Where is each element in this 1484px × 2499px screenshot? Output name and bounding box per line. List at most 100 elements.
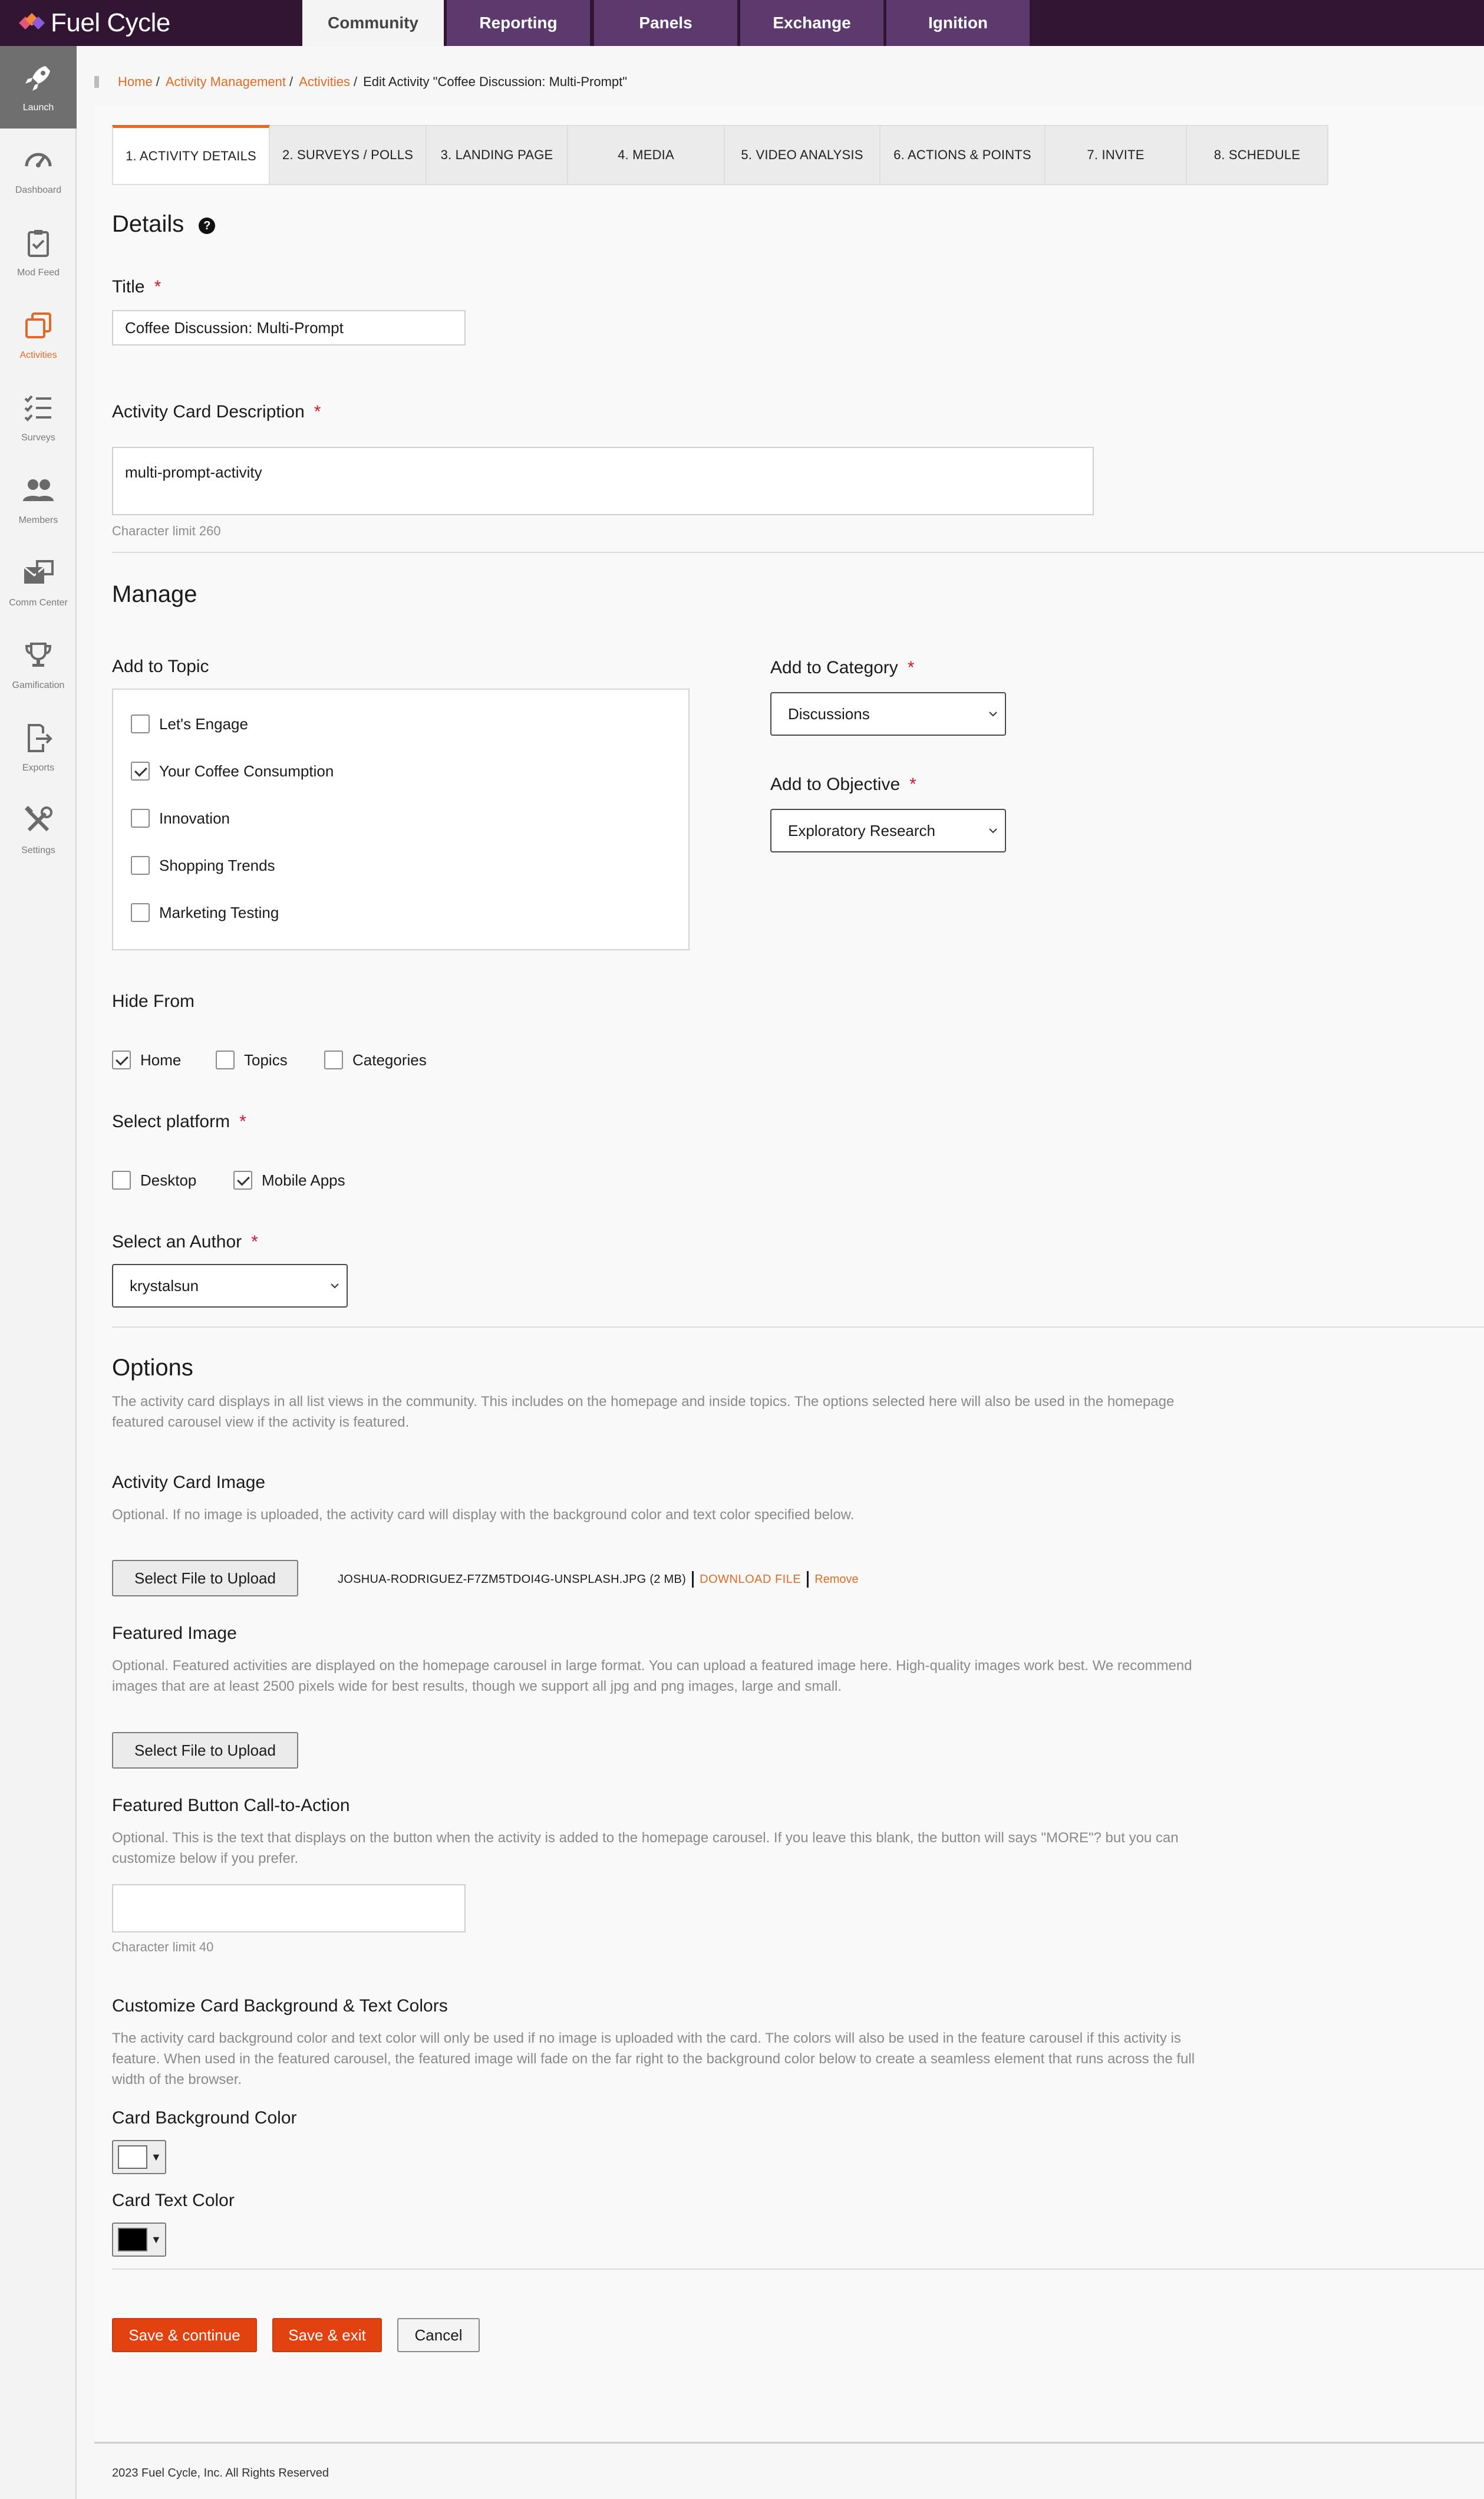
topic-marketing-testing[interactable]: Marketing Testing: [131, 903, 279, 922]
sidebar-item-members[interactable]: Members: [0, 459, 77, 541]
tab-activity-details[interactable]: 1. ACTIVITY DETAILS: [112, 125, 270, 185]
cancel-button[interactable]: Cancel: [397, 2318, 480, 2352]
platform-desktop[interactable]: Desktop: [112, 1171, 196, 1190]
section-divider: [112, 552, 1484, 553]
section-divider: [112, 2268, 1484, 2270]
fuel-cycle-logo-icon: [19, 13, 45, 29]
dropdown-arrow-icon: ▼: [151, 2151, 161, 2163]
rocket-icon: [25, 66, 50, 91]
topic-innovation[interactable]: Innovation: [131, 809, 230, 828]
objective-select[interactable]: Exploratory Research: [770, 809, 1006, 852]
breadcrumb-activities[interactable]: Activities: [299, 74, 350, 90]
topic-shopping-trends[interactable]: Shopping Trends: [131, 856, 275, 875]
pipe-divider: [807, 1571, 809, 1588]
help-icon[interactable]: ?: [199, 218, 216, 234]
breadcrumb-current: Edit Activity "Coffee Discussion: Multi-…: [363, 74, 628, 89]
sidebar-item-activities[interactable]: Activities: [0, 294, 77, 376]
checkbox[interactable]: [131, 809, 150, 828]
description-textarea[interactable]: multi-prompt-activity: [112, 447, 1094, 515]
nav-tab-exchange[interactable]: Exchange: [740, 0, 883, 46]
checkbox[interactable]: [131, 715, 150, 733]
sidebar-label: Surveys: [21, 433, 55, 443]
nav-tab-community[interactable]: Community: [302, 0, 444, 46]
tab-landing-page[interactable]: 3. LANDING PAGE: [427, 125, 568, 185]
platform-mobile-apps[interactable]: Mobile Apps: [233, 1171, 345, 1190]
objective-label-text: Add to Objective: [770, 775, 901, 794]
sidebar-toggle-handle[interactable]: [94, 76, 99, 88]
category-label-text: Add to Category: [770, 658, 898, 677]
tab-invite[interactable]: 7. INVITE: [1046, 125, 1187, 185]
save-exit-button[interactable]: Save & exit: [272, 2318, 382, 2352]
tab-schedule[interactable]: 8. SCHEDULE: [1187, 125, 1328, 185]
nav-tab-reporting[interactable]: Reporting: [447, 0, 590, 46]
checkbox[interactable]: [216, 1051, 235, 1069]
bg-color-picker[interactable]: ▼: [112, 2140, 166, 2174]
checkbox[interactable]: [324, 1051, 343, 1069]
details-heading: Details ?: [112, 211, 216, 238]
text-color-swatch: [118, 2228, 147, 2251]
sidebar-item-launch[interactable]: Launch: [0, 46, 77, 129]
nav-tab-ignition[interactable]: Ignition: [886, 0, 1030, 46]
download-file-link[interactable]: DOWNLOAD FILE: [700, 1573, 801, 1586]
description-char-limit: Character limit 260: [112, 523, 221, 538]
hide-from-home[interactable]: Home: [112, 1051, 181, 1069]
author-selected-value: krystalsun: [130, 1276, 199, 1295]
title-input[interactable]: Coffee Discussion: Multi-Prompt: [112, 310, 466, 345]
cta-input[interactable]: [112, 1884, 466, 1932]
checkbox[interactable]: [131, 856, 150, 875]
featured-image-upload-button[interactable]: Select File to Upload: [112, 1732, 298, 1769]
category-select[interactable]: Discussions: [770, 692, 1006, 736]
hide-from-categories[interactable]: Categories: [324, 1051, 427, 1069]
bg-color-swatch: [118, 2145, 147, 2169]
colors-label: Customize Card Background & Text Colors: [112, 1996, 448, 2016]
author-label-text: Select an Author: [112, 1232, 242, 1252]
tab-surveys-polls[interactable]: 2. SURVEYS / POLLS: [270, 125, 427, 185]
card-image-upload-button[interactable]: Select File to Upload: [112, 1560, 298, 1596]
breadcrumb-separator: /: [353, 74, 358, 89]
topic-label-text: Marketing Testing: [159, 903, 279, 921]
sidebar-item-mod-feed[interactable]: Mod Feed: [0, 211, 77, 294]
sidebar-item-settings[interactable]: Settings: [0, 789, 77, 871]
checkbox[interactable]: [131, 903, 150, 922]
remove-file-link[interactable]: Remove: [814, 1573, 858, 1586]
options-intro: The activity card displays in all list v…: [112, 1391, 1467, 1433]
colors-help-line: feature. When used in the featured carou…: [112, 2051, 1195, 2067]
tab-media[interactable]: 4. MEDIA: [568, 125, 725, 185]
tab-actions-points[interactable]: 6. ACTIONS & POINTS: [880, 125, 1046, 185]
cta-label: Featured Button Call-to-Action: [112, 1796, 350, 1815]
checkbox[interactable]: [112, 1051, 131, 1069]
card-image-help: Optional. If no image is uploaded, the a…: [112, 1507, 855, 1523]
checkbox[interactable]: [112, 1171, 131, 1190]
topic-lets-engage[interactable]: Let's Engage: [131, 715, 248, 733]
topic-label-text: Shopping Trends: [159, 856, 275, 874]
export-icon: [28, 724, 52, 752]
activities-icon: [25, 312, 51, 338]
breadcrumb-activity-management[interactable]: Activity Management: [166, 74, 286, 90]
save-continue-button[interactable]: Save & continue: [112, 2318, 257, 2352]
checklist-icon: [24, 395, 51, 422]
sidebar-label: Comm Center: [9, 598, 68, 608]
author-select[interactable]: krystalsun: [112, 1264, 348, 1308]
checkbox[interactable]: [233, 1171, 252, 1190]
text-color-picker[interactable]: ▼: [112, 2223, 166, 2257]
sidebar-label: Exports: [22, 763, 55, 773]
breadcrumb-home[interactable]: Home: [118, 74, 153, 90]
sidebar-item-comm-center[interactable]: Comm Center: [0, 541, 77, 624]
sidebar-item-exports[interactable]: Exports: [0, 706, 77, 789]
topic-your-coffee-consumption[interactable]: Your Coffee Consumption: [131, 762, 334, 781]
nav-tab-panels[interactable]: Panels: [594, 0, 737, 46]
uploaded-file-info: JOSHUA-RODRIGUEZ-F7ZM5TDOI4G-UNSPLASH.JP…: [338, 1571, 859, 1588]
hide-option-label: Home: [140, 1051, 182, 1069]
tab-video-analysis[interactable]: 5. VIDEO ANALYSIS: [725, 125, 880, 185]
sidebar-item-gamification[interactable]: Gamification: [0, 624, 77, 706]
sidebar-item-dashboard[interactable]: Dashboard: [0, 129, 77, 211]
required-marker: *: [909, 775, 916, 794]
hide-from-topics[interactable]: Topics: [216, 1051, 288, 1069]
brand-logo[interactable]: Fuel Cycle: [19, 6, 170, 40]
sidebar-item-surveys[interactable]: Surveys: [0, 376, 77, 459]
objective-selected-value: Exploratory Research: [788, 821, 935, 839]
footer-divider: [94, 2442, 1484, 2444]
checkbox[interactable]: [131, 762, 150, 781]
required-marker: *: [907, 658, 915, 677]
options-intro-line: featured carousel view if the activity i…: [112, 1414, 410, 1430]
